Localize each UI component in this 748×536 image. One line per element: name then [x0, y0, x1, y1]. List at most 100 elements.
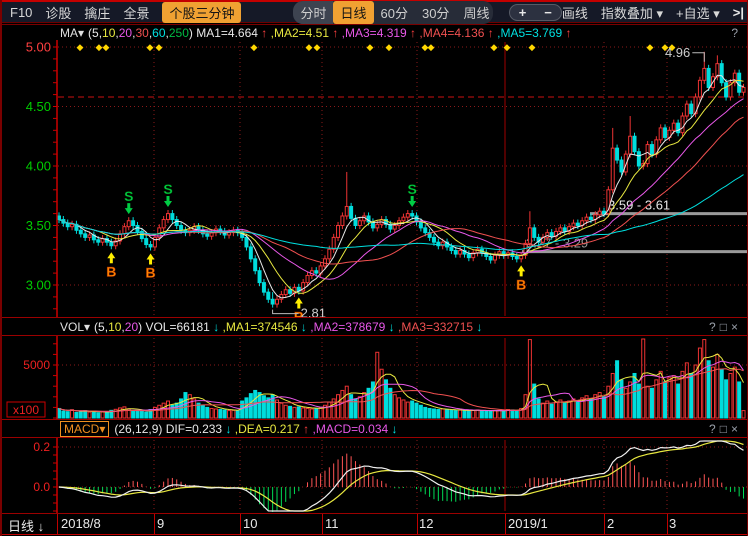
help-icon[interactable]: ? — [709, 320, 720, 334]
vol-pane-controls: ?□× — [709, 320, 742, 334]
ma-header: MA▾ (5,10,20,30,60,250) MA1=4.664 ↑ ,MA2… — [2, 24, 747, 41]
help-icon[interactable]: ? — [709, 422, 720, 436]
support-resistance-lines: 3.59 - 3.613.27 - 3.29 — [522, 198, 748, 252]
maximize-icon[interactable]: □ — [720, 422, 731, 436]
period-60min[interactable]: 60分 — [374, 1, 415, 24]
zoom-buttons: + − — [509, 4, 562, 21]
svg-text:B: B — [145, 264, 155, 280]
svg-text:◆: ◆ — [147, 42, 154, 52]
macd-indicator-dropdown[interactable]: MACD▾ — [60, 421, 109, 437]
svg-text:3.59 - 3.61: 3.59 - 3.61 — [608, 198, 670, 213]
close-icon[interactable]: × — [731, 422, 742, 436]
price-axis: 5.00 4.50 4.00 3.50 3.00 — [26, 40, 748, 318]
period-indicator[interactable]: 日线 ↓ — [8, 516, 44, 535]
scroll-down-icon[interactable]: ↓ — [38, 519, 45, 534]
svg-text:◆: ◆ — [504, 42, 511, 52]
svg-text:S: S — [163, 181, 172, 197]
svg-text:◆: ◆ — [386, 42, 393, 52]
macd-chart-pane[interactable]: 0.2 0.0 — [2, 438, 748, 513]
ma-line-5 — [59, 75, 744, 298]
svg-text:◆: ◆ — [529, 42, 536, 52]
vol-values: (5,10,20) VOL=66181 ↓ ,MA1=374546 ↓ ,MA2… — [94, 320, 482, 334]
index-overlay-dropdown[interactable]: 指数叠加 ▾ — [601, 3, 663, 22]
svg-text:◆: ◆ — [251, 42, 258, 52]
svg-text:4.00: 4.00 — [26, 159, 51, 174]
svg-text:◆: ◆ — [367, 42, 374, 52]
month-label: 3 — [669, 516, 676, 531]
macd-histogram — [59, 454, 744, 512]
price-grid — [58, 42, 747, 316]
volume-grid — [58, 338, 747, 418]
window-bottom-border — [2, 534, 747, 535]
ma-values: (5,10,20,30,60,250) MA1=4.664 ↑ ,MA2=4.5… — [88, 26, 571, 40]
time-axis-separator — [322, 514, 323, 534]
svg-text:B: B — [516, 276, 526, 292]
zoom-out-button[interactable]: − — [535, 5, 561, 20]
ma-line-10 — [59, 80, 744, 293]
svg-text:4.96: 4.96 — [665, 45, 690, 60]
svg-text:5000: 5000 — [23, 358, 50, 372]
dea-line — [59, 441, 744, 511]
panorama-button[interactable]: 全景 — [123, 3, 149, 22]
draw-line-button[interactable]: 画线 — [562, 3, 588, 22]
svg-text:B: B — [106, 263, 116, 279]
catch-banker-button[interactable]: 擒庄 — [84, 3, 110, 22]
svg-text:S: S — [124, 188, 133, 204]
add-watchlist-dropdown[interactable]: +自选 ▾ — [676, 3, 720, 22]
month-label: 2018/8 — [61, 516, 101, 531]
maximize-icon[interactable]: □ — [720, 320, 731, 334]
month-label: 9 — [157, 516, 164, 531]
time-axis-separator — [240, 514, 241, 534]
svg-text:3.00: 3.00 — [26, 278, 51, 293]
svg-text:◆: ◆ — [428, 42, 435, 52]
svg-text:◆: ◆ — [306, 42, 313, 52]
time-axis-separator — [604, 514, 605, 534]
close-icon[interactable]: × — [731, 320, 742, 334]
macd-values: (26,12,9) DIF=0.233 ↓ ,DEA=0.217 ↑ ,MACD… — [114, 422, 397, 436]
period-intraday[interactable]: 分时 — [293, 1, 333, 24]
candles — [58, 52, 746, 308]
macd-pane-controls: ?□× — [709, 422, 742, 436]
price-chart-pane[interactable]: 3.59 - 3.613.27 - 3.29◆◆◆◆◆◆◆◆◆◆◆◆◆◆◆◆◆◆… — [2, 40, 748, 318]
period-weekly[interactable]: 周线 ▾ — [456, 1, 492, 24]
svg-text:3.50: 3.50 — [26, 218, 51, 233]
svg-text:0.2: 0.2 — [33, 440, 50, 454]
svg-text:◆: ◆ — [156, 42, 163, 52]
svg-text:◆: ◆ — [96, 42, 103, 52]
trade-markers: SSSBBBB — [106, 181, 526, 318]
svg-text:◆: ◆ — [77, 42, 84, 52]
svg-text:◆: ◆ — [103, 42, 110, 52]
svg-text:◆: ◆ — [647, 42, 654, 52]
time-axis-bar: 日线 ↓ 2018/891011122019/123 — [2, 514, 747, 534]
zoom-in-button[interactable]: + — [510, 5, 536, 20]
svg-text:0.0: 0.0 — [33, 480, 50, 494]
diagnose-stock-button[interactable]: 诊股 — [45, 3, 71, 22]
macd-header: MACD▾ (26,12,9) DIF=0.233 ↓ ,DEA=0.217 ↑… — [2, 420, 747, 437]
volume-chart-pane[interactable]: 5000x100 — [2, 336, 748, 419]
time-axis-separator — [154, 514, 155, 534]
dif-line — [59, 441, 744, 511]
f10-button[interactable]: F10 — [10, 5, 32, 20]
help-icon[interactable]: ? — [731, 26, 742, 40]
svg-text:5.00: 5.00 — [26, 40, 51, 55]
time-axis-separator — [505, 514, 506, 534]
period-30min[interactable]: 30分 — [415, 1, 456, 24]
top-toolbar: F10 诊股 擒庄 全景 个股三分钟 分时 日线 60分 30分 周线 ▾ + … — [2, 0, 747, 23]
vol-indicator-dropdown[interactable]: VOL▾ — [60, 320, 90, 334]
time-axis-separator — [57, 514, 58, 534]
volume-header: VOL▾ (5,10,20) VOL=66181 ↓ ,MA1=374546 ↓… — [2, 318, 747, 336]
month-label: 12 — [419, 516, 433, 531]
period-switcher: 分时 日线 60分 30分 周线 ▾ — [293, 1, 492, 24]
time-axis-separator — [417, 514, 418, 534]
stock-chart-window: F10 诊股 擒庄 全景 个股三分钟 分时 日线 60分 30分 周线 ▾ + … — [0, 0, 748, 536]
period-daily[interactable]: 日线 — [333, 1, 373, 24]
month-label: 10 — [243, 516, 257, 531]
time-axis-separator — [667, 514, 668, 534]
volume-axis: 5000x100 — [7, 336, 748, 419]
ma-indicator-dropdown[interactable]: MA▾ — [60, 26, 84, 40]
collapse-panel-icon[interactable]: >| — [733, 5, 744, 20]
toolbar-right: 画线 指数叠加 ▾ +自选 ▾ >| — [562, 3, 747, 22]
svg-text:4.50: 4.50 — [26, 99, 51, 114]
stock-3min-button[interactable]: 个股三分钟 — [162, 2, 241, 23]
month-label: 11 — [325, 516, 339, 531]
